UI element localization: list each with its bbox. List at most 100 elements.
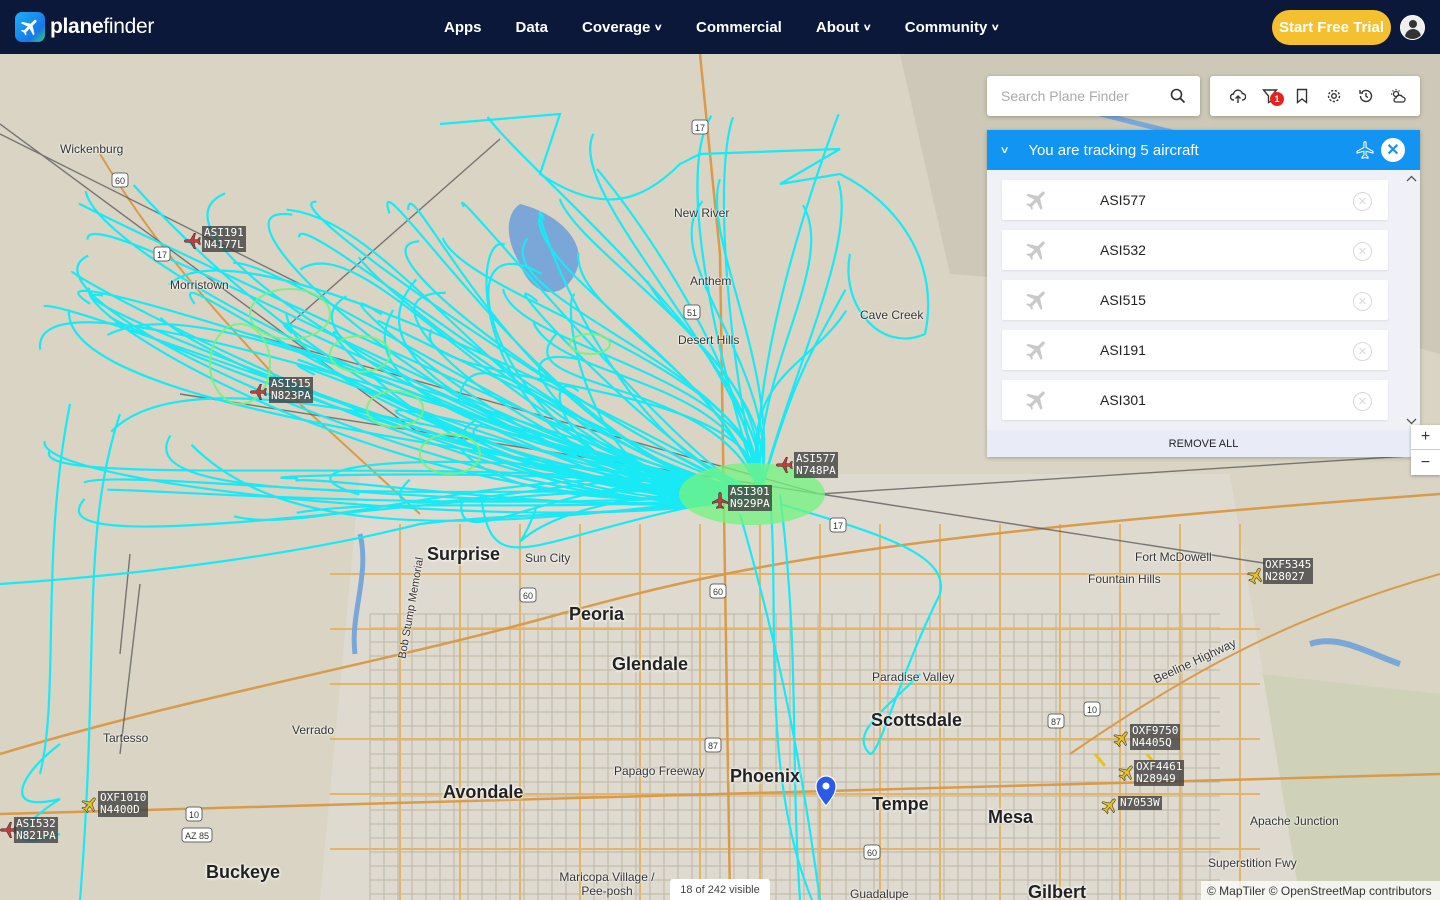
plane-icon [1024, 287, 1050, 313]
aircraft-label[interactable]: N7053W [1118, 796, 1162, 810]
nav-coverage[interactable]: Coverage ∨ [565, 19, 679, 36]
nav-label: Coverage [582, 18, 651, 36]
route-shield-label: 60 [713, 587, 723, 597]
aircraft-label[interactable]: OXF1010 N4400D [98, 791, 149, 817]
map-attribution[interactable]: © MapTiler © OpenStreetMap contributors [1201, 881, 1440, 900]
route-shield-label: 87 [1051, 717, 1061, 727]
close-icon[interactable]: ✕ [1381, 138, 1405, 162]
aircraft-callsign: ASI191 [1100, 342, 1146, 358]
tracked-aircraft-item[interactable]: ASI577 ✕ [1002, 180, 1388, 220]
route-shield-label: 17 [157, 250, 167, 260]
filter-count-badge: 1 [1270, 92, 1284, 106]
map-town-label: Maricopa Village / Pee-posh [559, 870, 655, 898]
aircraft-label[interactable]: ASI301 N929PA [728, 485, 772, 511]
route-shield-label: 60 [867, 848, 877, 858]
top-navbar: planefinder Apps Data Coverage ∨ Commercial A… [0, 0, 1440, 54]
route-shield-label: 17 [833, 521, 843, 531]
visible-count: 18 of 242 visible [670, 879, 770, 900]
tracked-aircraft-item[interactable]: ASI301 ✕ [1002, 380, 1388, 420]
aircraft-label[interactable]: ASI191 N4177L [202, 226, 246, 252]
zoom-out-button[interactable]: − [1411, 450, 1440, 475]
map-town-label: Paradise Valley [872, 670, 955, 684]
aircraft-callsign: ASI301 [1100, 392, 1146, 408]
map-town-label: Morristown [170, 278, 229, 292]
plane-icon [1024, 187, 1050, 213]
search-box[interactable] [987, 76, 1200, 116]
map-town-label: New River [674, 206, 730, 220]
planefinder-logo[interactable]: planefinder [15, 12, 154, 42]
aircraft-registration: N929PA [730, 497, 770, 510]
zoom-in-button[interactable]: + [1411, 425, 1440, 450]
map-toolbar: 1 [1210, 76, 1420, 116]
aircraft-label[interactable]: OXF5345 N28027 [1263, 558, 1314, 584]
map-town-label: Fort McDowell [1135, 550, 1212, 564]
plane-icon [1024, 387, 1050, 413]
remove-aircraft-button[interactable]: ✕ [1353, 242, 1372, 261]
history-icon[interactable] [1350, 80, 1382, 112]
avatar[interactable] [1400, 15, 1425, 40]
route-shield-label: 60 [115, 176, 125, 186]
route-shield-label: 60 [523, 591, 533, 601]
aircraft-label[interactable]: OXF4461 N28949 [1134, 760, 1185, 786]
nav-commercial[interactable]: Commercial [679, 19, 799, 36]
chevron-down-icon: ∨ [654, 21, 664, 32]
map-city-label: Gilbert [1028, 882, 1087, 900]
route-shield-label: 51 [687, 308, 697, 318]
chevron-down-icon[interactable]: ∨ [1000, 145, 1010, 156]
weather-icon[interactable] [1382, 80, 1414, 112]
cloud-upload-icon[interactable] [1222, 80, 1254, 112]
gear-icon[interactable] [1318, 80, 1350, 112]
map-city-label: Tempe [872, 794, 929, 814]
tracked-aircraft-item[interactable]: ASI532 ✕ [1002, 230, 1388, 270]
tracked-aircraft-item[interactable]: ASI515 ✕ [1002, 280, 1388, 320]
aircraft-label[interactable]: ASI577 N748PA [794, 452, 838, 478]
map-town-label: Desert Hills [678, 333, 740, 347]
scrollbar[interactable] [1403, 170, 1420, 430]
nav-label: About [815, 18, 860, 36]
remove-all-button[interactable]: REMOVE ALL [987, 430, 1420, 457]
tracking-panel-header[interactable]: ∨ You are tracking 5 aircraft ✕ [987, 130, 1420, 170]
map-town-label: Superstition Fwy [1208, 856, 1297, 870]
aircraft-registration: N823PA [271, 389, 311, 402]
zoom-control: + − [1411, 425, 1440, 475]
plane-logo-icon [15, 12, 45, 42]
remove-aircraft-button[interactable]: ✕ [1353, 292, 1372, 311]
map-town-label: Tartesso [103, 731, 149, 745]
map-city-label: Buckeye [206, 862, 281, 882]
nav-apps[interactable]: Apps [427, 19, 499, 36]
map-town-label: Verrado [292, 723, 335, 737]
route-shield-label: AZ 85 [185, 831, 209, 841]
nav-about[interactable]: About ∨ [799, 19, 888, 36]
tracked-aircraft-item[interactable]: ASI191 ✕ [1002, 330, 1388, 370]
map-town-label: Anthem [690, 274, 732, 288]
aircraft-callsign: ASI532 [1100, 242, 1146, 258]
nav-label: Community [904, 18, 988, 36]
aircraft-registration: N4405Q [1132, 736, 1172, 749]
route-shield-label: 87 [708, 741, 718, 751]
aircraft-callsign: ASI577 [1100, 192, 1146, 208]
route-shield-label: 10 [1087, 705, 1097, 715]
bookmark-icon[interactable] [1286, 80, 1318, 112]
map-town-label: Sun City [525, 551, 571, 565]
aircraft-label[interactable]: ASI532 N821PA [14, 817, 58, 843]
plane-outline-icon[interactable] [1355, 140, 1375, 164]
map-town-label: Wickenburg [60, 142, 124, 156]
filter-icon[interactable]: 1 [1254, 80, 1286, 112]
map-city-label: Surprise [427, 544, 501, 564]
aircraft-registration: N28027 [1265, 570, 1305, 583]
remove-aircraft-button[interactable]: ✕ [1353, 192, 1372, 211]
remove-aircraft-button[interactable]: ✕ [1353, 342, 1372, 361]
nav-community[interactable]: Community ∨ [888, 19, 1016, 36]
nav-data[interactable]: Data [499, 19, 566, 36]
map-city-label: Mesa [988, 807, 1034, 827]
map-city-label: Peoria [569, 604, 625, 624]
aircraft-callsign: ASI515 [1100, 292, 1146, 308]
search-input[interactable] [1001, 88, 1161, 104]
map-town-label: Cave Creek [860, 308, 924, 322]
aircraft-label[interactable]: ASI515 N823PA [269, 377, 313, 403]
remove-aircraft-button[interactable]: ✕ [1353, 392, 1372, 411]
aircraft-label[interactable]: OXF9750 N4405Q [1130, 724, 1181, 750]
aircraft-registration: N748PA [796, 464, 836, 477]
search-icon[interactable] [1170, 88, 1186, 109]
start-free-trial-button[interactable]: Start Free Trial [1272, 10, 1391, 45]
